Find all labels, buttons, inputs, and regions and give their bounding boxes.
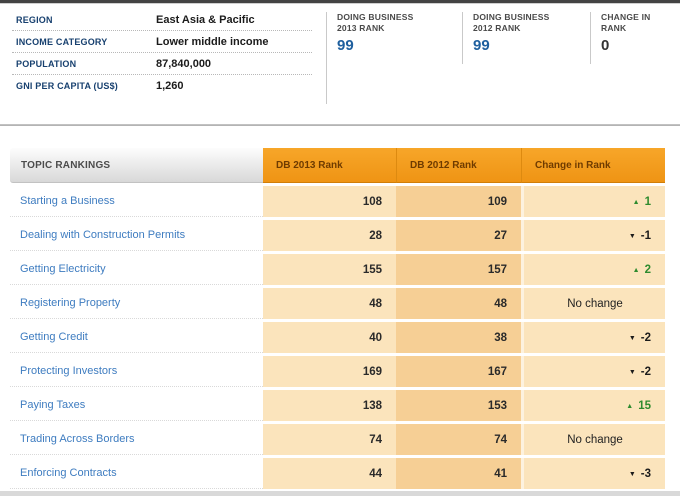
- down-arrow-icon: ▼: [628, 232, 636, 240]
- change-value: -2: [640, 331, 651, 344]
- topic-link[interactable]: Paying Taxes: [10, 390, 263, 421]
- table-row: Registering Property 48 48 No change: [10, 288, 665, 319]
- region-label: REGION: [16, 14, 53, 25]
- change-in-rank-cell: ▼ -3: [521, 458, 665, 489]
- profile-row-region: REGION East Asia & Pacific: [12, 9, 312, 31]
- change-value: -3: [640, 467, 651, 480]
- db2012-rank-label-line2: 2012 RANK: [473, 22, 521, 33]
- down-arrow-icon: ▼: [628, 334, 636, 342]
- change-in-rank-cell: ▼ -2: [521, 356, 665, 387]
- table-row: Starting a Business 108 109 ▲ 1: [10, 186, 665, 217]
- change-in-rank-cell: ▼ -1: [521, 220, 665, 251]
- db-2012-rank-cell: 109: [396, 186, 521, 217]
- db-2013-rank-cell: 169: [263, 356, 396, 387]
- doing-business-country-page: REGION East Asia & Pacific INCOME CATEGO…: [0, 0, 680, 496]
- db-2013-rank-cell: 108: [263, 186, 396, 217]
- down-arrow-icon: ▼: [628, 368, 636, 376]
- gni-value: 1,260: [156, 79, 184, 92]
- db2013-rank-value: 99: [337, 37, 354, 54]
- population-value: 87,840,000: [156, 57, 212, 70]
- db2013-rank-label-line1: DOING BUSINESS: [337, 12, 414, 22]
- change-value: 2: [644, 263, 651, 276]
- topic-link[interactable]: Dealing with Construction Permits: [10, 220, 263, 251]
- db-2013-rank-cell: 48: [263, 288, 396, 319]
- topic-rankings-header: TOPIC RANKINGS: [10, 148, 263, 183]
- bottom-strip: [0, 491, 680, 496]
- topic-link[interactable]: Getting Credit: [10, 322, 263, 353]
- db-2012-rank-cell: 157: [396, 254, 521, 285]
- topic-link[interactable]: Trading Across Borders: [10, 424, 263, 455]
- db-2012-rank-column-header: DB 2012 Rank: [396, 148, 521, 183]
- section-divider: [0, 124, 680, 126]
- change-in-rank-cell: ▲ 2: [521, 254, 665, 285]
- change-in-rank-cell: No change: [521, 424, 665, 455]
- change-in-rank-box: CHANGE IN RANK 0: [590, 12, 651, 64]
- change-value: 1: [644, 195, 651, 208]
- change-in-rank-column-header: Change in Rank: [521, 148, 665, 183]
- topic-link[interactable]: Enforcing Contracts: [10, 458, 263, 489]
- population-label: POPULATION: [16, 58, 77, 69]
- top-rule-shadow: [0, 3, 680, 4]
- db2012-rank-box: DOING BUSINESS 2012 RANK 99: [462, 12, 549, 64]
- change-in-rank-cell: ▲ 1: [521, 186, 665, 217]
- income-category-value: Lower middle income: [156, 35, 269, 48]
- profile-row-gni: GNI PER CAPITA (US$) 1,260: [12, 75, 312, 96]
- table-row: Getting Electricity 155 157 ▲ 2: [10, 254, 665, 285]
- up-arrow-icon: ▲: [632, 198, 640, 206]
- table-row: Paying Taxes 138 153 ▲ 15: [10, 390, 665, 421]
- change-in-rank-cell: No change: [521, 288, 665, 319]
- up-arrow-icon: ▲: [632, 266, 640, 274]
- db-2012-rank-cell: 38: [396, 322, 521, 353]
- db-2012-rank-cell: 74: [396, 424, 521, 455]
- change-in-rank-label-line2: RANK: [601, 22, 627, 33]
- db2013-rank-box: DOING BUSINESS 2013 RANK 99: [326, 12, 413, 104]
- topic-link[interactable]: Starting a Business: [10, 186, 263, 217]
- table-header-row: TOPIC RANKINGS DB 2013 Rank DB 2012 Rank…: [10, 148, 665, 183]
- profile-row-income-category: INCOME CATEGORY Lower middle income: [12, 31, 312, 53]
- db-2013-rank-cell: 74: [263, 424, 396, 455]
- db-2012-rank-cell: 167: [396, 356, 521, 387]
- db-2013-rank-cell: 138: [263, 390, 396, 421]
- change-in-rank-cell: ▼ -2: [521, 322, 665, 353]
- up-arrow-icon: ▲: [626, 402, 634, 410]
- table-row: Enforcing Contracts 44 41 ▼ -3: [10, 458, 665, 489]
- down-arrow-icon: ▼: [628, 470, 636, 478]
- topic-rows: Starting a Business 108 109 ▲ 1 Dealing with …: [10, 186, 665, 496]
- db-2012-rank-cell: 41: [396, 458, 521, 489]
- db-2012-rank-cell: 153: [396, 390, 521, 421]
- change-value: 15: [638, 399, 651, 412]
- change-in-rank-label-line1: CHANGE IN: [601, 12, 651, 22]
- topic-link[interactable]: Registering Property: [10, 288, 263, 319]
- topic-rankings-table: TOPIC RANKINGS DB 2013 Rank DB 2012 Rank…: [10, 145, 665, 496]
- db2013-rank-label-line2: 2013 RANK: [337, 22, 385, 33]
- db-2013-rank-cell: 28: [263, 220, 396, 251]
- profile-row-population: POPULATION 87,840,000: [12, 53, 312, 75]
- topic-link[interactable]: Getting Electricity: [10, 254, 263, 285]
- change-in-rank-value: 0: [601, 37, 610, 54]
- region-value: East Asia & Pacific: [156, 13, 255, 26]
- change-value: -2: [640, 365, 651, 378]
- change-in-rank-cell: ▲ 15: [521, 390, 665, 421]
- table-row: Dealing with Construction Permits 28 27 ▼ -1: [10, 220, 665, 251]
- table-row: Getting Credit 40 38 ▼ -2: [10, 322, 665, 353]
- income-category-label: INCOME CATEGORY: [16, 36, 108, 47]
- db-2012-rank-cell: 27: [396, 220, 521, 251]
- change-value: -1: [640, 229, 651, 242]
- db2012-rank-value: 99: [473, 37, 490, 54]
- db-2013-rank-cell: 44: [263, 458, 396, 489]
- gni-label: GNI PER CAPITA (US$): [16, 80, 119, 91]
- table-row: Protecting Investors 169 167 ▼ -2: [10, 356, 665, 387]
- db-2012-rank-cell: 48: [396, 288, 521, 319]
- db-2013-rank-column-header: DB 2013 Rank: [263, 148, 396, 183]
- db-2013-rank-cell: 40: [263, 322, 396, 353]
- db-2013-rank-cell: 155: [263, 254, 396, 285]
- db2012-rank-label-line1: DOING BUSINESS: [473, 12, 550, 22]
- table-row: Trading Across Borders 74 74 No change: [10, 424, 665, 455]
- topic-link[interactable]: Protecting Investors: [10, 356, 263, 387]
- country-profile-panel: REGION East Asia & Pacific INCOME CATEGO…: [12, 9, 312, 96]
